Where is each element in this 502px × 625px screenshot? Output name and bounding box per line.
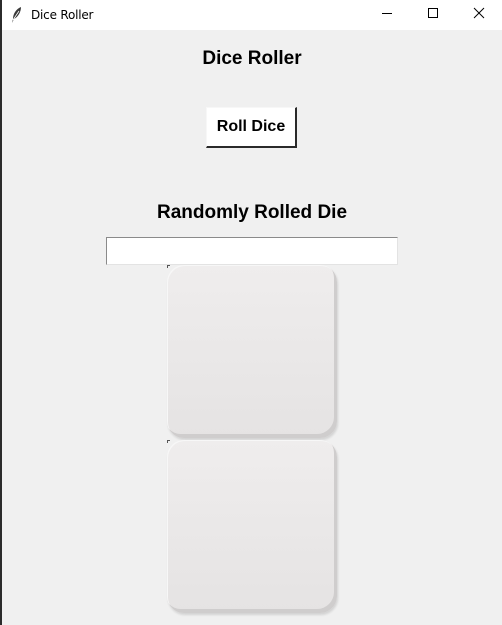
result-heading: Randomly Rolled Die: [156, 202, 348, 223]
title-bar[interactable]: Dice Roller: [2, 0, 502, 30]
image-corner-mark: [167, 440, 170, 443]
minimize-icon: [381, 6, 393, 24]
close-button[interactable]: [456, 0, 502, 30]
die-face: [167, 440, 337, 613]
die-image: [167, 265, 337, 438]
die-face: [167, 265, 337, 438]
roll-dice-button[interactable]: Roll Dice: [206, 107, 297, 148]
app-window: Dice Roller Dice Roller Roll Dice Random…: [2, 0, 502, 625]
maximize-icon: [427, 6, 439, 24]
minimize-button[interactable]: [364, 0, 410, 30]
close-icon: [473, 6, 485, 24]
result-field[interactable]: [106, 237, 398, 265]
window-title: Dice Roller: [31, 8, 94, 22]
app-heading: Dice Roller: [202, 48, 302, 69]
maximize-button[interactable]: [410, 0, 456, 30]
die-image: [167, 440, 337, 613]
image-corner-mark: [167, 265, 170, 268]
feather-icon: [10, 6, 24, 24]
